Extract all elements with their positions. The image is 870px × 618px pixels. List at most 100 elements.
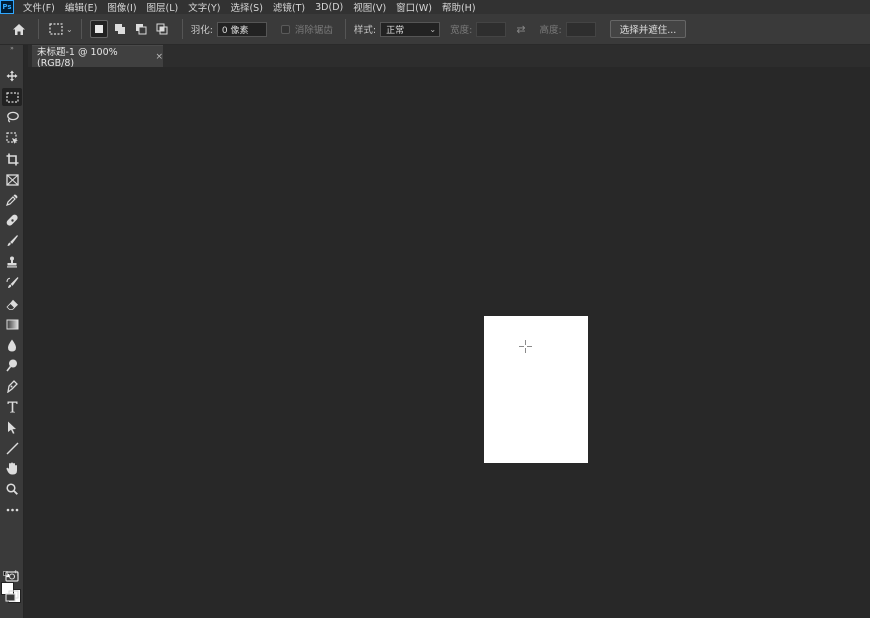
feather-label: 羽化: <box>190 25 213 36</box>
frame-tool[interactable] <box>2 171 22 189</box>
width-input[interactable] <box>476 21 507 37</box>
type-tool[interactable] <box>2 398 22 416</box>
close-icon[interactable]: × <box>155 52 163 62</box>
document-workspace[interactable] <box>25 67 870 618</box>
photoshop-logo: Ps <box>0 0 14 14</box>
eyedropper-icon <box>6 194 18 206</box>
gradient-tool[interactable] <box>2 315 22 333</box>
collapse-toolbar-icon[interactable]: » <box>0 45 24 53</box>
document-canvas[interactable] <box>484 316 588 463</box>
width-label: 宽度: <box>450 25 473 36</box>
path-selection-tool[interactable] <box>2 418 22 436</box>
style-select[interactable]: 正常 ⌄ <box>380 21 441 37</box>
intersect-selection-button[interactable] <box>153 20 171 38</box>
antialias-checkbox[interactable] <box>280 24 290 34</box>
edit-toolbar-button[interactable] <box>2 501 22 519</box>
crosshair-cursor-icon <box>519 340 532 353</box>
menu-filter[interactable]: 滤镜(T) <box>273 0 305 14</box>
chevron-down-icon: ⌄ <box>66 24 73 34</box>
bandage-icon <box>6 214 18 226</box>
dodge-tool[interactable] <box>2 356 22 374</box>
home-icon <box>13 23 25 35</box>
crop-tool[interactable] <box>2 150 22 168</box>
object-selection-icon <box>5 131 18 144</box>
stamp-icon <box>7 256 17 268</box>
height-label: 高度: <box>539 25 562 36</box>
home-button[interactable] <box>8 18 30 40</box>
history-brush-icon <box>6 277 18 288</box>
zoom-tool[interactable] <box>2 480 22 498</box>
menu-select[interactable]: 选择(S) <box>230 0 262 14</box>
rectangular-marquee-tool[interactable] <box>2 88 22 106</box>
document-tab-title: 未标题-1 @ 100%(RGB/8) <box>37 47 118 69</box>
add-to-selection-button[interactable] <box>111 20 129 38</box>
document-tab[interactable]: 未标题-1 @ 100%(RGB/8) × <box>32 45 163 69</box>
menu-window[interactable]: 窗口(W) <box>396 0 432 14</box>
pen-icon <box>7 379 18 393</box>
eraser-tool[interactable] <box>2 295 22 313</box>
rectangular-marquee-icon <box>49 23 63 35</box>
menu-edit[interactable]: 编辑(E) <box>65 0 97 14</box>
move-tool[interactable] <box>2 67 22 85</box>
tool-preset-picker[interactable]: ⌄ <box>49 23 73 35</box>
height-input[interactable] <box>565 21 596 37</box>
lasso-icon <box>6 111 19 123</box>
subtract-selection-icon <box>135 24 147 35</box>
swap-dimensions-icon[interactable]: ⇄ <box>516 23 525 36</box>
quick-mask-button[interactable] <box>2 567 22 585</box>
menu-image[interactable]: 图像(I) <box>107 0 136 14</box>
menu-view[interactable]: 视图(V) <box>353 0 386 14</box>
menu-help[interactable]: 帮助(H) <box>442 0 476 14</box>
antialias-label: 消除锯齿 <box>294 25 333 36</box>
eyedropper-tool[interactable] <box>2 191 22 209</box>
menu-3d[interactable]: 3D(D) <box>315 2 343 13</box>
separator <box>38 19 39 39</box>
screen-mode-icon <box>5 590 19 602</box>
more-dots-icon <box>6 508 18 512</box>
droplet-icon <box>8 339 16 351</box>
spot-healing-brush-tool[interactable] <box>2 211 22 229</box>
menu-type[interactable]: 文字(Y) <box>188 0 220 14</box>
intersect-selection-icon <box>156 23 168 35</box>
dodge-icon <box>6 359 17 371</box>
type-icon <box>7 401 17 413</box>
hand-icon <box>6 462 17 474</box>
frame-icon <box>5 174 19 186</box>
history-brush-tool[interactable] <box>2 274 22 292</box>
crop-icon <box>6 153 18 165</box>
line-tool[interactable] <box>2 439 22 457</box>
gradient-icon <box>6 319 18 329</box>
menu-bar: Ps 文件(F) 编辑(E) 图像(I) 图层(L) 文字(Y) 选择(S) 滤… <box>0 0 870 14</box>
style-select-value: 正常 <box>386 25 405 36</box>
subtract-from-selection-button[interactable] <box>132 20 150 38</box>
arrow-pointer-icon <box>8 421 16 434</box>
options-bar: ⌄ 羽化: 0 像素 消除锯齿 样式: 正常 ⌄ 宽度: ⇄ 高度: 选择并遮住… <box>0 14 870 45</box>
separator <box>80 19 82 39</box>
eraser-icon <box>5 299 18 310</box>
chevron-down-icon: ⌄ <box>429 24 437 34</box>
new-selection-button[interactable] <box>89 20 108 38</box>
new-selection-icon <box>94 25 103 33</box>
brush-tool[interactable] <box>2 232 22 250</box>
menu-file[interactable]: 文件(F) <box>23 0 55 14</box>
document-tab-bar: 未标题-1 @ 100%(RGB/8) × <box>28 45 870 69</box>
object-selection-tool[interactable] <box>2 129 22 147</box>
magnifier-icon <box>6 483 18 495</box>
screen-mode-button[interactable] <box>2 587 22 605</box>
blur-tool[interactable] <box>2 336 22 354</box>
add-selection-icon <box>114 24 125 34</box>
feather-input[interactable]: 0 像素 <box>216 21 267 37</box>
style-label: 样式: <box>353 25 377 36</box>
brush-icon <box>7 235 18 246</box>
menu-layer[interactable]: 图层(L) <box>147 0 179 14</box>
pen-tool[interactable] <box>2 377 22 395</box>
quick-mask-icon <box>5 570 19 582</box>
clone-stamp-tool[interactable] <box>2 253 22 271</box>
select-and-mask-button[interactable]: 选择并遮住... <box>609 20 687 38</box>
separator <box>344 19 346 39</box>
lasso-tool[interactable] <box>2 108 22 126</box>
line-icon <box>6 442 18 454</box>
move-icon <box>6 70 18 82</box>
hand-tool[interactable] <box>2 459 22 477</box>
rectangular-marquee-icon <box>5 91 19 103</box>
